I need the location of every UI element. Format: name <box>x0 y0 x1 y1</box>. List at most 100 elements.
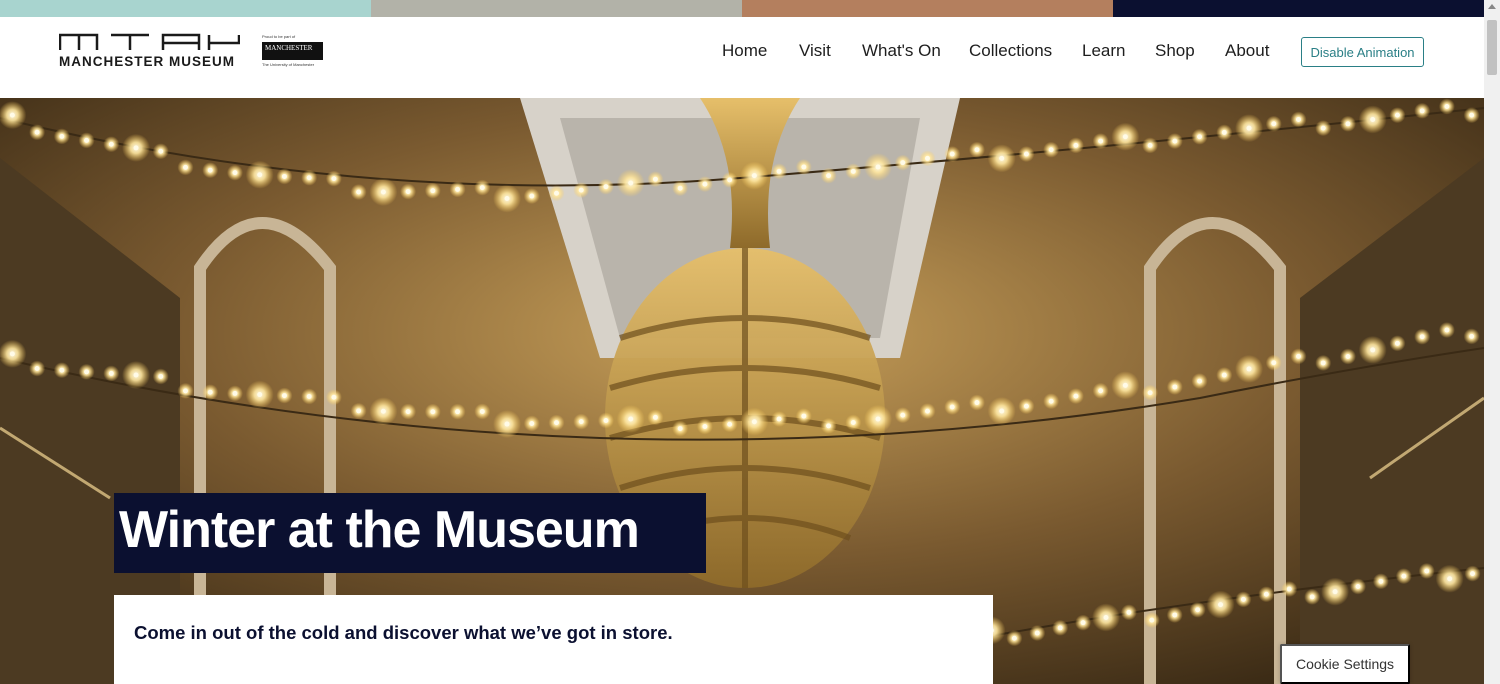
fairy-light-core <box>1246 366 1252 372</box>
fairy-light-core <box>925 155 930 161</box>
fairy-light-core <box>1370 347 1376 353</box>
color-stripe <box>0 0 1484 17</box>
fairy-light-core <box>875 416 881 422</box>
fairy-light-core <box>1122 134 1128 140</box>
fairy-light-core <box>331 394 337 400</box>
fairy-light-core <box>850 168 856 174</box>
nav-learn[interactable]: Learn <box>1082 41 1125 61</box>
fairy-light-core <box>1447 576 1453 582</box>
nav-visit[interactable]: Visit <box>799 41 831 61</box>
fairy-light-core <box>1419 334 1425 340</box>
fairy-light-core <box>356 408 362 414</box>
scrollbar-thumb[interactable] <box>1487 20 1497 75</box>
fairy-light-core <box>875 164 881 170</box>
color-stripe-grey <box>371 0 742 17</box>
fairy-light-core <box>183 164 188 170</box>
fairy-light-core <box>1240 596 1246 602</box>
fairy-light-core <box>183 388 188 394</box>
fairy-light-core <box>1345 353 1351 359</box>
nav-collections[interactable]: Collections <box>969 41 1052 61</box>
fairy-light-core <box>1355 584 1361 589</box>
fairy-light-core <box>578 419 584 425</box>
fairy-light-core <box>257 392 263 398</box>
fairy-light-core <box>281 173 287 179</box>
museum-logo-mark-icon[interactable] <box>59 33 240 51</box>
fairy-light-core <box>801 164 807 170</box>
fairy-light-core <box>1320 360 1326 366</box>
fairy-light-core <box>603 417 609 423</box>
fairy-light-core <box>949 404 955 410</box>
color-stripe-brown <box>742 0 1113 17</box>
museum-logo-text[interactable]: MANCHESTER MUSEUM <box>59 54 235 69</box>
fairy-light-core <box>554 190 559 196</box>
fairy-light-core <box>974 400 980 406</box>
fairy-light-core <box>1271 121 1277 127</box>
fairy-light-core <box>949 151 955 157</box>
fairy-light-core <box>430 409 436 415</box>
fairy-light-core <box>1444 103 1450 109</box>
fairy-light-core <box>1309 594 1315 600</box>
cookie-settings-button[interactable]: Cookie Settings <box>1280 644 1410 684</box>
fairy-light-core <box>702 424 708 430</box>
site-header: MANCHESTER MUSEUM Proud to be part of MA… <box>0 17 1484 98</box>
fairy-light-core <box>1378 578 1384 584</box>
disable-animation-button[interactable]: Disable Animation <box>1301 37 1424 67</box>
fairy-light-core <box>1345 121 1351 127</box>
fairy-light-core <box>1057 625 1063 631</box>
fairy-light-core <box>1370 116 1376 122</box>
fairy-light-core <box>1172 138 1178 144</box>
fairy-light-core <box>479 408 485 414</box>
nav-about[interactable]: About <box>1225 41 1269 61</box>
fairy-light-core <box>1296 353 1301 359</box>
fairy-light-core <box>1271 360 1277 366</box>
fairy-light-core <box>34 129 40 135</box>
fairy-light-core <box>232 390 238 396</box>
fairy-light-core <box>455 409 461 415</box>
fairy-light-core <box>925 408 930 414</box>
fairy-light-core <box>34 366 40 372</box>
fairy-light-core <box>306 175 312 181</box>
fairy-light-core <box>1419 108 1425 114</box>
fairy-light-core <box>826 173 832 179</box>
fairy-light-core <box>603 184 609 190</box>
fairy-light-core <box>84 369 90 375</box>
fairy-light-core <box>59 133 65 139</box>
hero-title: Winter at the Museum <box>119 501 640 559</box>
fairy-light-core <box>1394 112 1400 118</box>
fairy-light-core <box>554 420 559 426</box>
nav-home[interactable]: Home <box>722 41 767 61</box>
fairy-light-core <box>628 416 634 422</box>
university-subtext: The University of Manchester <box>262 62 315 67</box>
page: MANCHESTER MUSEUM Proud to be part of MA… <box>0 0 1500 684</box>
fairy-light-core <box>257 172 263 178</box>
fairy-light-core <box>207 389 213 395</box>
fairy-light-core <box>900 412 906 418</box>
fairy-light-core <box>479 185 485 191</box>
fairy-light-core <box>529 420 535 426</box>
fairy-light-core <box>108 141 114 147</box>
fairy-light-core <box>1073 393 1079 399</box>
fairy-light-core <box>1470 571 1476 577</box>
fairy-light-core <box>850 420 856 426</box>
fairy-light-core <box>751 419 757 425</box>
university-logo[interactable]: MANCHESTER <box>262 42 323 60</box>
fairy-light-core <box>405 409 411 415</box>
fairy-light-core <box>133 372 139 378</box>
fairy-light-core <box>133 145 139 151</box>
fairy-light-core <box>1195 607 1201 613</box>
nav-whats-on[interactable]: What's On <box>862 41 941 61</box>
fairy-light-core <box>232 170 238 176</box>
fairy-light-core <box>1424 568 1430 574</box>
fairy-light-core <box>1197 134 1203 140</box>
fairy-light-core <box>1246 125 1252 131</box>
fairy-light-core <box>108 370 114 376</box>
scrollbar[interactable] <box>1484 0 1500 684</box>
nav-shop[interactable]: Shop <box>1155 41 1195 61</box>
fairy-light-core <box>652 414 658 420</box>
fairy-light-core <box>1126 609 1132 615</box>
fairy-light-core <box>727 177 733 183</box>
fairy-light-core <box>677 185 683 191</box>
fairy-light-core <box>430 188 436 194</box>
fairy-light-core <box>677 426 683 432</box>
scroll-up-arrow-icon[interactable] <box>1488 4 1496 9</box>
